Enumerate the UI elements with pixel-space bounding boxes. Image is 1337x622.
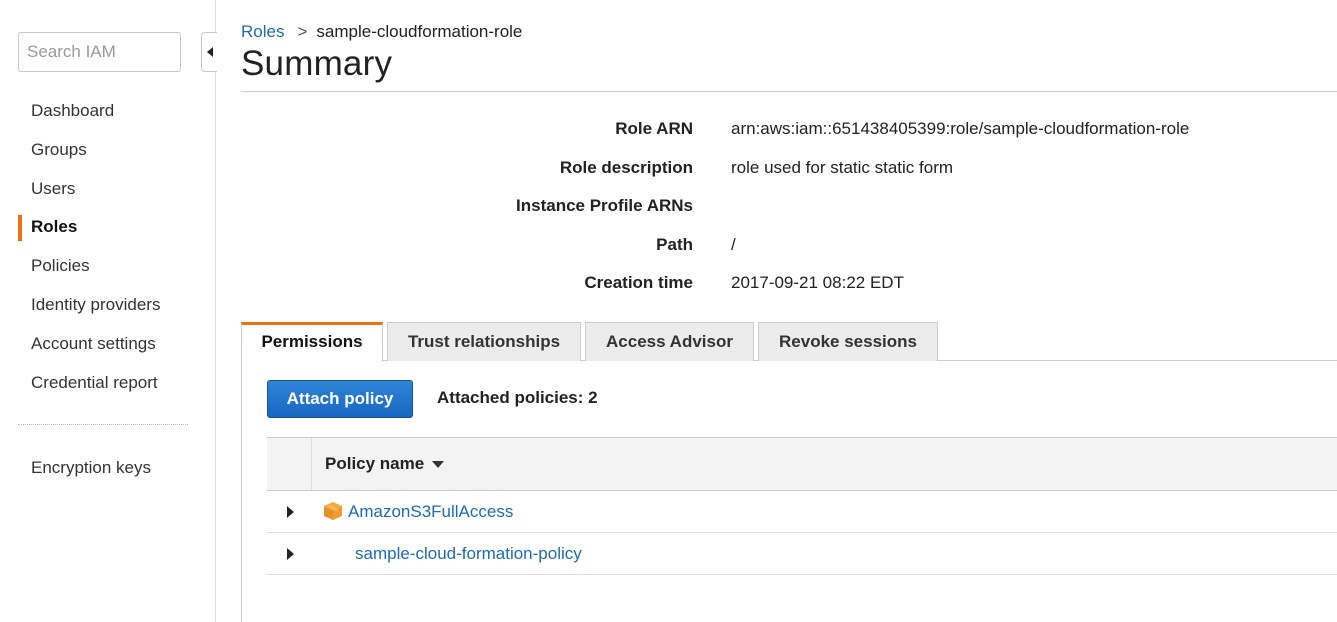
policy-link-sample-cloud-formation-policy[interactable]: sample-cloud-formation-policy: [355, 533, 582, 575]
sort-descending-icon: [432, 461, 445, 469]
search-input[interactable]: [18, 32, 181, 72]
tab-panel-border: [241, 361, 242, 622]
sidebar-item-dashboard[interactable]: Dashboard: [0, 92, 215, 131]
sidebar: Dashboard Groups Users Roles Policies Id…: [0, 0, 216, 622]
page-title: Summary: [241, 44, 393, 83]
sidebar-item-credential-report[interactable]: Credential report: [0, 364, 215, 403]
summary-value: role used for static static form: [731, 157, 954, 177]
table-header: Policy name: [267, 437, 1337, 491]
attached-policies-count: Attached policies: 2: [437, 388, 598, 407]
sidebar-item-roles[interactable]: Roles: [0, 208, 215, 247]
policy-link-amazons3fullaccess[interactable]: AmazonS3FullAccess: [348, 491, 513, 533]
summary-label: Instance Profile ARNs: [516, 196, 693, 216]
title-divider: [241, 91, 1337, 92]
table-header-expand-column: [267, 438, 312, 490]
chevron-left-icon: [206, 47, 213, 57]
table-row: sample-cloud-formation-policy: [267, 533, 1337, 575]
tab-permissions[interactable]: Permissions: [241, 322, 383, 362]
sidebar-divider: [18, 424, 188, 425]
tab-access-advisor[interactable]: Access Advisor: [585, 322, 754, 361]
role-tabs: Permissions Trust relationships Access A…: [241, 322, 1337, 362]
breadcrumb-roles-link[interactable]: Roles: [241, 22, 284, 41]
sidebar-item-account-settings[interactable]: Account settings: [0, 325, 215, 364]
summary-row-instance-profile-arns: Instance Profile ARNs: [241, 187, 1337, 226]
sidebar-item-users[interactable]: Users: [0, 170, 215, 209]
summary-row-role-arn: Role ARN arn:aws:iam::651438405399:role/…: [241, 110, 1337, 149]
policies-table: Policy name AmazonS3FullAccess sample-cl…: [267, 437, 1337, 575]
summary-value: 2017-09-21 08:22 EDT: [731, 273, 904, 293]
tab-trust-relationships[interactable]: Trust relationships: [387, 322, 581, 361]
summary-value: /: [731, 234, 736, 254]
sidebar-item-policies[interactable]: Policies: [0, 247, 215, 286]
attach-policy-button[interactable]: Attach policy: [267, 380, 413, 418]
summary-row-creation-time: Creation time 2017-09-21 08:22 EDT: [241, 264, 1337, 303]
summary-row-role-description: Role description role used for static st…: [241, 149, 1337, 188]
column-header-label: Policy name: [325, 454, 425, 473]
sidebar-nav-extra: Encryption keys: [0, 449, 215, 488]
role-summary: Role ARN arn:aws:iam::651438405399:role/…: [241, 110, 1337, 303]
tab-revoke-sessions[interactable]: Revoke sessions: [758, 322, 938, 361]
expand-row-icon[interactable]: [287, 506, 294, 518]
breadcrumb: Roles > sample-cloudformation-role: [241, 21, 522, 43]
summary-row-path: Path /: [241, 226, 1337, 265]
policy-name-column-header[interactable]: Policy name: [325, 438, 445, 490]
sidebar-nav: Dashboard Groups Users Roles Policies Id…: [0, 92, 215, 402]
summary-label: Path: [656, 234, 693, 254]
sidebar-item-identity-providers[interactable]: Identity providers: [0, 286, 215, 325]
summary-value: arn:aws:iam::651438405399:role/sample-cl…: [731, 119, 1190, 138]
summary-label: Creation time: [584, 273, 693, 293]
table-row: AmazonS3FullAccess: [267, 491, 1337, 533]
summary-label: Role ARN: [615, 119, 693, 138]
expand-row-icon[interactable]: [287, 548, 294, 560]
breadcrumb-separator-icon: >: [297, 22, 308, 41]
breadcrumb-current: sample-cloudformation-role: [316, 22, 523, 41]
summary-label: Role description: [559, 157, 693, 177]
aws-managed-cube-icon: [324, 502, 342, 520]
sidebar-collapse-button[interactable]: [201, 32, 217, 72]
sidebar-item-encryption-keys[interactable]: Encryption keys: [0, 449, 215, 488]
sidebar-item-groups[interactable]: Groups: [0, 131, 215, 170]
